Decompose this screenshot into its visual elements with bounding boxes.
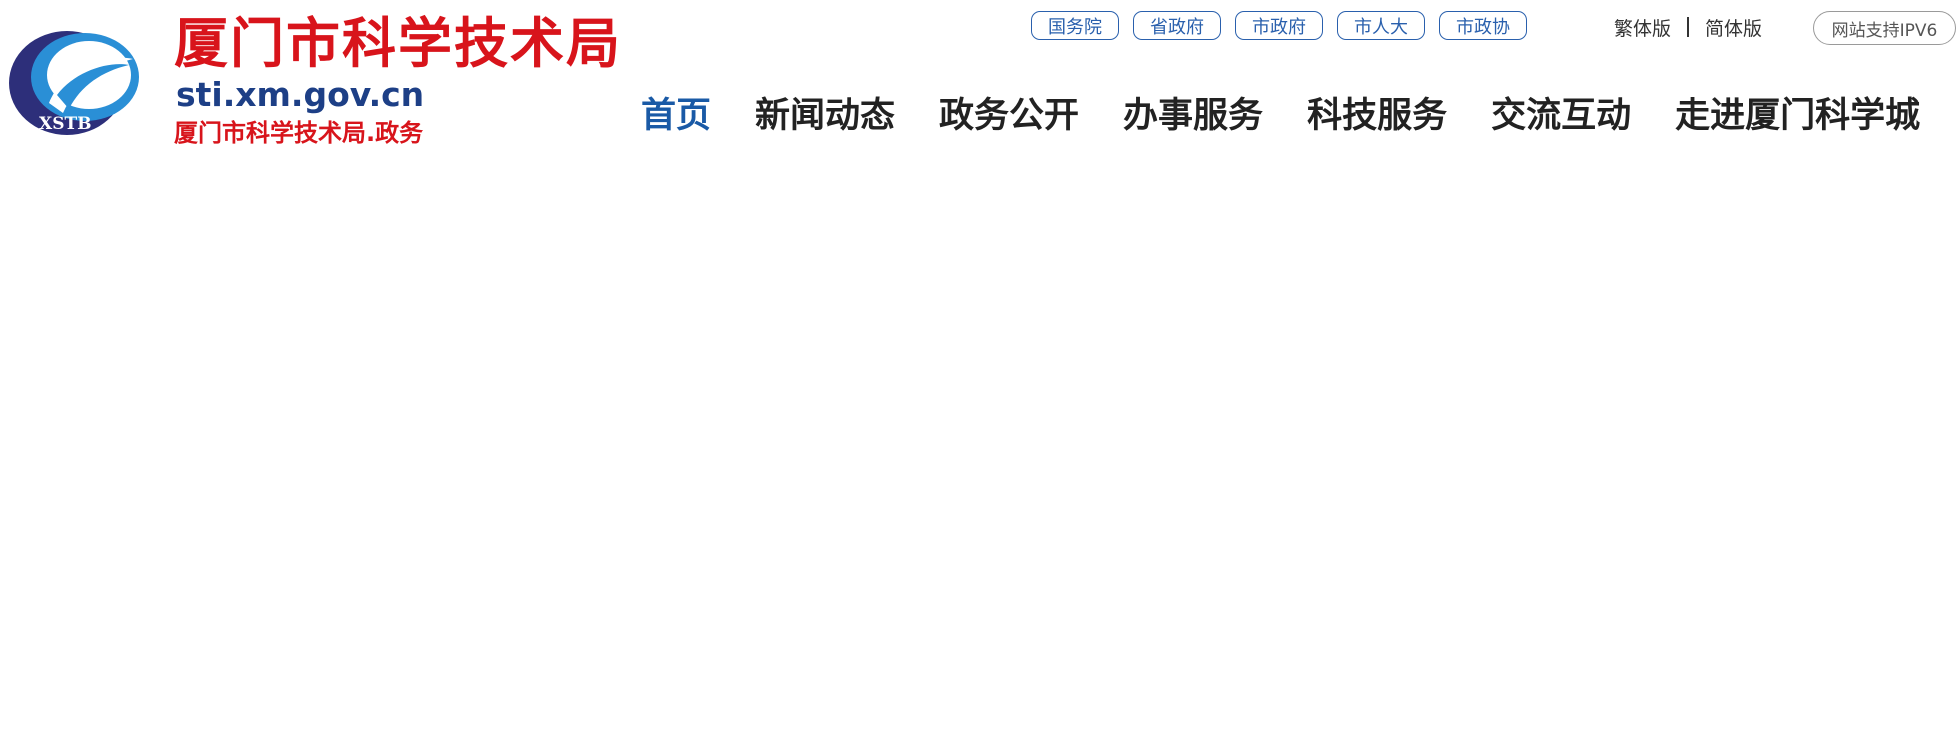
nav-news[interactable]: 新闻动态	[755, 86, 895, 146]
gov-link-city-congress[interactable]: 市人大	[1337, 11, 1425, 40]
site-subtitle: 厦门市科学技术局.政务	[174, 119, 424, 147]
site-domain: sti.xm.gov.cn	[176, 75, 425, 114]
xstb-logo[interactable]: XSTB	[5, 25, 145, 140]
ipv6-badge: 网站支持IPV6	[1813, 11, 1956, 45]
nav-home[interactable]: 首页	[641, 86, 711, 146]
gov-link-city[interactable]: 市政府	[1235, 11, 1323, 40]
site-header: XSTB 厦门市科学技术局 sti.xm.gov.cn 厦门市科学技术局.政务 …	[0, 0, 1959, 168]
nav-gov-affairs[interactable]: 政务公开	[939, 86, 1079, 146]
gov-links: 国务院 省政府 市政府 市人大 市政协	[1031, 11, 1527, 43]
gov-link-province[interactable]: 省政府	[1133, 11, 1221, 40]
lang-divider	[1687, 17, 1690, 37]
logo-text: XSTB	[39, 114, 92, 134]
nav-tech-services[interactable]: 科技服务	[1307, 86, 1447, 146]
nav-science-city[interactable]: 走进厦门科学城	[1675, 86, 1920, 146]
simplified-chinese-link[interactable]: 简体版	[1705, 14, 1762, 41]
nav-services[interactable]: 办事服务	[1123, 86, 1263, 146]
nav-interaction[interactable]: 交流互动	[1491, 86, 1631, 146]
main-nav: 首页 新闻动态 政务公开 办事服务 科技服务 交流互动 走进厦门科学城	[641, 86, 1959, 146]
gov-link-city-cppcc[interactable]: 市政协	[1439, 11, 1527, 40]
language-switch: 繁体版 简体版	[1614, 12, 1762, 42]
site-title: 厦门市科学技术局	[174, 11, 622, 75]
traditional-chinese-link[interactable]: 繁体版	[1614, 14, 1671, 41]
gov-link-state-council[interactable]: 国务院	[1031, 11, 1119, 40]
